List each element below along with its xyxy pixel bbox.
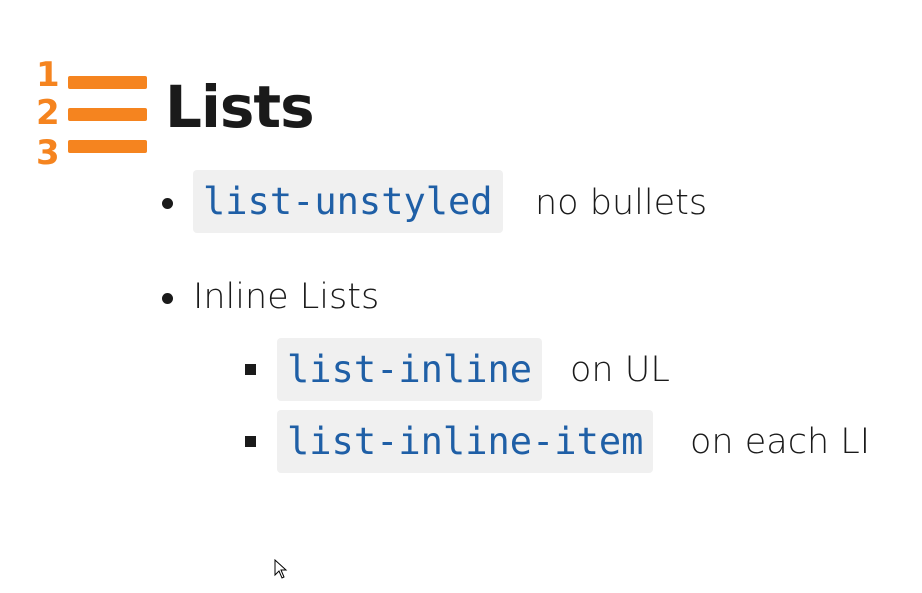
mouse-cursor-icon: [274, 559, 288, 579]
bullet-icon: [162, 293, 173, 304]
list-item-text: on each LI: [690, 422, 871, 462]
logo-number: 2: [36, 93, 60, 133]
code-snippet: list-inline: [277, 338, 543, 401]
logo-bar: [68, 108, 147, 121]
page-title: Lists: [165, 73, 315, 141]
bullet-icon: [162, 198, 173, 209]
logo-number: 1: [36, 55, 60, 95]
code-snippet: list-unstyled: [193, 170, 503, 233]
square-bullet-icon: [245, 364, 256, 375]
logo-bar: [68, 76, 147, 89]
list-item-text: on UL: [570, 350, 670, 390]
square-bullet-icon: [245, 436, 256, 447]
list-item-text: no bullets: [535, 183, 708, 223]
list-item-text: Inline Lists: [193, 277, 380, 317]
logo-bar: [68, 140, 147, 153]
logo-number: 3: [36, 133, 60, 173]
code-snippet: list-inline-item: [277, 410, 654, 473]
